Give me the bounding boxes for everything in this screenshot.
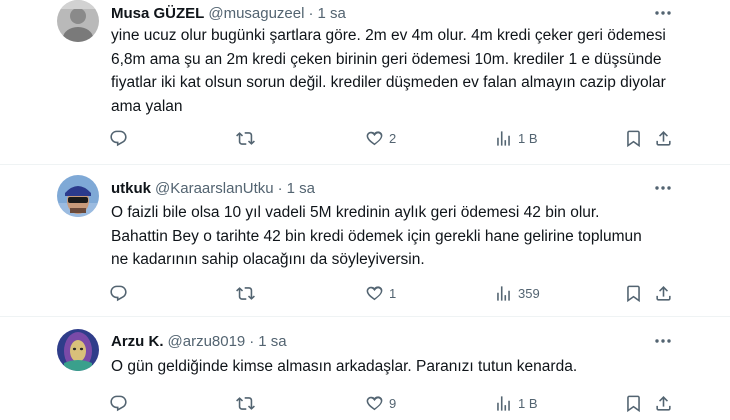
tweet[interactable]: Arzu K. @arzu8019 · 1 sa O gün geldiğind… (0, 317, 730, 420)
timestamp[interactable]: 1 sa (287, 180, 315, 197)
avatar[interactable] (57, 0, 99, 42)
more-icon[interactable] (651, 332, 675, 350)
share-button[interactable] (654, 391, 673, 415)
bookmark-button[interactable] (624, 391, 643, 415)
reply-button[interactable] (109, 126, 133, 150)
like-count: 2 (389, 130, 397, 146)
tweet-actions: 2 1 B (0, 126, 730, 150)
like-button[interactable]: 1 (365, 281, 396, 305)
reply-button[interactable] (109, 391, 133, 415)
views-button[interactable]: 359 (494, 281, 540, 305)
repost-icon (236, 286, 255, 300)
separator-dot: · (249, 332, 255, 350)
avatar[interactable] (57, 175, 99, 217)
repost-button[interactable] (236, 126, 260, 150)
heart-icon (366, 130, 383, 145)
reply-icon (110, 285, 127, 301)
timestamp[interactable]: 1 sa (258, 333, 286, 350)
author-handle[interactable]: @musaguzeel (208, 5, 304, 22)
views-icon (497, 130, 510, 146)
views-button[interactable]: 1 B (494, 126, 538, 150)
views-count: 1 B (518, 395, 538, 411)
share-button[interactable] (654, 281, 673, 305)
tweet-text: O gün geldiğinde kimse almasın arkadaşla… (111, 358, 578, 375)
heart-icon (366, 285, 383, 300)
repost-button[interactable] (236, 391, 260, 415)
bookmark-button[interactable] (624, 126, 643, 150)
bookmark-button[interactable] (624, 281, 643, 305)
author-handle[interactable]: @arzu8019 (168, 333, 246, 350)
views-count: 1 B (518, 130, 538, 146)
repost-icon (236, 396, 255, 410)
like-count: 9 (389, 395, 397, 411)
views-button[interactable]: 1 B (494, 391, 538, 415)
tweet-text: yine ucuz olur bugünki şartlara göre. 2m… (111, 27, 666, 115)
views-icon (497, 395, 510, 411)
avatar[interactable] (57, 329, 99, 371)
author-name[interactable]: Arzu K. (111, 333, 164, 350)
share-button[interactable] (654, 126, 673, 150)
tweet-actions: 1 359 (0, 281, 730, 305)
heart-icon (366, 395, 383, 410)
bookmark-icon (627, 130, 640, 147)
more-icon[interactable] (651, 4, 675, 22)
repost-icon (236, 131, 255, 145)
reply-button[interactable] (109, 281, 133, 305)
like-button[interactable]: 9 (365, 391, 396, 415)
views-icon (497, 285, 510, 301)
repost-button[interactable] (236, 281, 260, 305)
author-name[interactable]: Musa GÜZEL (111, 5, 204, 22)
like-button[interactable]: 2 (365, 126, 396, 150)
author-handle[interactable]: @KaraarslanUtku (155, 180, 274, 197)
author-name[interactable]: utkuk (111, 180, 151, 197)
share-icon (656, 395, 671, 411)
separator-dot: · (308, 4, 314, 22)
separator-dot: · (277, 179, 283, 197)
bookmark-icon (627, 395, 640, 412)
timestamp[interactable]: 1 sa (317, 5, 345, 22)
more-icon[interactable] (651, 179, 675, 197)
tweet-actions: 9 1 B (0, 391, 730, 415)
reply-icon (110, 130, 127, 146)
bookmark-icon (627, 285, 640, 302)
share-icon (656, 285, 671, 301)
views-count: 359 (518, 285, 540, 301)
reply-icon (110, 395, 127, 411)
tweet-text: O faizli bile olsa 10 yıl vadeli 5M kred… (111, 204, 642, 268)
share-icon (656, 130, 671, 146)
like-count: 1 (389, 285, 397, 301)
tweet[interactable]: Musa GÜZEL @musaguzeel · 1 sa yine ucuz … (0, 0, 730, 165)
tweet[interactable]: utkuk @KaraarslanUtku · 1 sa O faizli bi… (0, 165, 730, 317)
